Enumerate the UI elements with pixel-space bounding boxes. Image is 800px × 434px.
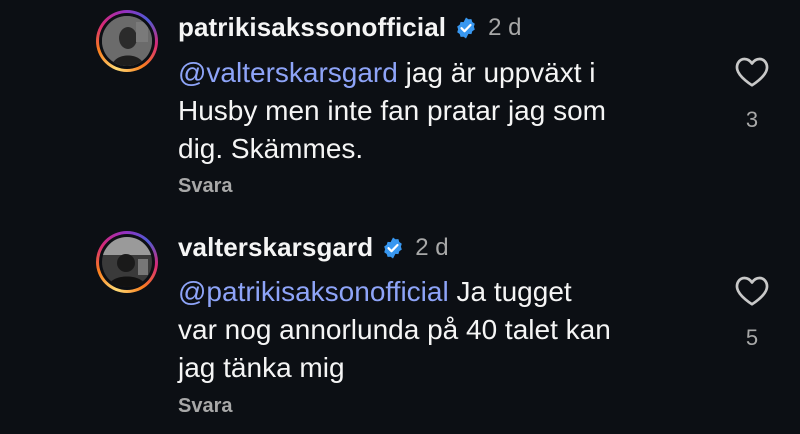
reply-button[interactable]: Svara <box>178 395 233 418</box>
comment-text-line1: Ja tugget <box>448 276 572 307</box>
comment-text-line3: jag tänka mig <box>178 352 345 383</box>
avatar-story-ring[interactable] <box>96 10 158 72</box>
comment-text: @patrikisaksonofficial Ja tugget var nog… <box>178 273 698 387</box>
like-heart-icon[interactable] <box>734 54 770 88</box>
comment-item: patrikisakssonofficial 2 d @valterskarsg… <box>0 0 800 215</box>
comment-timestamp: 2 d <box>488 13 522 41</box>
verified-badge-icon <box>457 17 475 38</box>
avatar[interactable] <box>102 16 152 66</box>
comment-username[interactable]: patrikisakssonofficial <box>178 12 446 43</box>
like-count: 3 <box>745 107 759 132</box>
mention-link[interactable]: @patrikisaksonofficial <box>178 276 449 307</box>
like-heart-icon[interactable] <box>734 273 770 307</box>
avatar[interactable] <box>102 237 152 287</box>
comment-username[interactable]: valterskarsgard <box>178 232 373 263</box>
comment-text-line2: var nog annorlunda på 40 talet kan <box>178 314 611 345</box>
verified-badge-icon <box>384 237 402 258</box>
comment-text: @valterskarsgard jag är uppväxt i Husby … <box>178 54 698 168</box>
comment-text-line1: jag är uppväxt i <box>397 57 596 88</box>
reply-button[interactable]: Svara <box>178 175 233 198</box>
comment-text-line3: dig. Skämmes. <box>178 133 364 164</box>
mention-link[interactable]: @valterskarsgard <box>178 57 398 88</box>
avatar-story-ring[interactable] <box>96 231 158 293</box>
comment-item: valterskarsgard 2 d @patrikisaksonoffici… <box>0 215 800 434</box>
comment-text-line2: Husby men inte fan pratar jag som <box>178 95 606 126</box>
like-count: 5 <box>745 325 759 350</box>
comment-timestamp: 2 d <box>415 233 449 261</box>
